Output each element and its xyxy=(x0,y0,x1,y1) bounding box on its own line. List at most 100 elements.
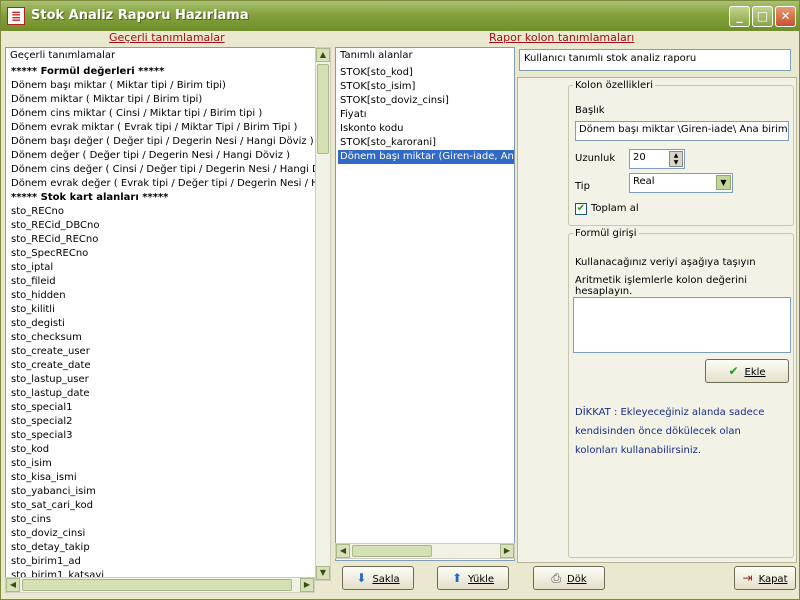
app-window: ≣ Stok Analiz Raporu Hazırlama _ □ ✕ Geç… xyxy=(0,0,800,600)
definition-item[interactable]: sto_hidden xyxy=(11,289,318,303)
definition-item[interactable]: Dönem evrak miktar ( Evrak tipi / Miktar… xyxy=(11,121,318,135)
tip-label: Tip xyxy=(575,181,590,192)
uzunluk-label: Uzunluk xyxy=(575,153,616,164)
definition-item[interactable]: sto_create_user xyxy=(11,345,318,359)
scroll-left-arrow-icon[interactable]: ◀ xyxy=(6,578,20,592)
definition-item[interactable]: sto_kilitli xyxy=(11,303,318,317)
maximize-button[interactable]: □ xyxy=(752,6,773,27)
save-button[interactable]: ⬇ Sakla xyxy=(342,566,414,590)
definition-item[interactable]: sto_SpecRECno xyxy=(11,247,318,261)
definition-item[interactable]: sto_RECid_RECno xyxy=(11,233,318,247)
formula-input[interactable] xyxy=(573,297,791,353)
load-icon: ⬆ xyxy=(451,571,463,585)
definition-item[interactable]: Dönem cins miktar ( Cinsi / Miktar tipi … xyxy=(11,107,318,121)
title-bar[interactable]: ≣ Stok Analiz Raporu Hazırlama _ □ ✕ xyxy=(1,1,799,31)
defined-field-item[interactable]: STOK[sto_karorani] xyxy=(338,136,514,150)
definition-item[interactable]: Dönem başı miktar ( Miktar tipi / Birim … xyxy=(11,79,318,93)
definition-item[interactable]: ***** Stok kart alanları ***** xyxy=(11,191,318,205)
definition-item[interactable]: sto_create_date xyxy=(11,359,318,373)
scroll-right-arrow-icon[interactable]: ▶ xyxy=(500,544,514,558)
definition-item[interactable]: sto_lastup_user xyxy=(11,373,318,387)
scroll-down-arrow-icon[interactable]: ▼ xyxy=(316,566,330,580)
definitions-items: ***** Formül değerleri ***** Dönem başı m… xyxy=(11,65,318,580)
definition-item[interactable]: Dönem değer ( Değer tipi / Degerin Nesi … xyxy=(11,149,318,163)
uzunluk-value: 20 xyxy=(633,152,646,163)
definition-item[interactable]: sto_iptal xyxy=(11,261,318,275)
right-section-title: Rapor kolon tanımlamaları xyxy=(489,31,635,44)
chevron-down-icon[interactable]: ▼ xyxy=(716,175,731,190)
definitions-list-header: Geçerli tanımlamalar xyxy=(10,50,116,61)
scroll-left-arrow-icon[interactable]: ◀ xyxy=(336,544,350,558)
definition-item[interactable]: sto_kod xyxy=(11,443,318,457)
baslik-input[interactable]: Dönem başı miktar \Giren-iade\ Ana birim xyxy=(575,121,789,141)
save-button-label: Sakla xyxy=(372,574,400,585)
definition-item[interactable]: sto_fileid xyxy=(11,275,318,289)
definition-item[interactable]: sto_degisti xyxy=(11,317,318,331)
dump-button[interactable]: ⎙ Dök xyxy=(533,566,605,590)
scroll-thumb[interactable] xyxy=(352,545,432,557)
defined-fields-horizontal-scrollbar[interactable]: ◀ ▶ xyxy=(335,543,515,559)
window-title: Stok Analiz Raporu Hazırlama xyxy=(31,8,249,23)
defined-field-item[interactable]: Iskonto kodu xyxy=(338,122,514,136)
definition-item[interactable]: sto_special2 xyxy=(11,415,318,429)
close-window-button[interactable]: ✕ xyxy=(775,6,796,27)
exit-icon: ⇥ xyxy=(742,571,753,585)
checkmark-icon: ✔ xyxy=(728,364,739,378)
minimize-button[interactable]: _ xyxy=(729,6,750,27)
report-name-input[interactable]: Kullanıcı tanımlı stok analiz raporu xyxy=(519,49,791,71)
formula-group: Formül girişi Kullanacağınız veriyi aşağ… xyxy=(568,228,794,558)
definition-item[interactable]: sto_birim1_ad xyxy=(11,555,318,569)
definition-item[interactable]: ***** Formül değerleri ***** xyxy=(11,65,318,79)
definitions-horizontal-scrollbar[interactable]: ◀ ▶ xyxy=(5,577,315,593)
uzunluk-spinner[interactable]: 20 ▲ ▼ xyxy=(629,149,685,169)
close-button[interactable]: ⇥ Kapat xyxy=(734,566,796,590)
definition-item[interactable]: sto_special1 xyxy=(11,401,318,415)
toplam-label: Toplam al xyxy=(591,203,639,214)
dump-button-label: Dök xyxy=(567,574,587,585)
definition-item[interactable]: sto_lastup_date xyxy=(11,387,318,401)
add-button[interactable]: ✔ Ekle xyxy=(705,359,789,383)
defined-fields-list[interactable]: Tanımlı alanlar STOK[sto_kod] STOK[sto_is… xyxy=(335,47,515,561)
save-icon: ⬇ xyxy=(356,571,367,585)
spin-arrows-icon[interactable]: ▲ ▼ xyxy=(669,151,683,167)
warning-line-1: DİKKAT : Ekleyeceğiniz alanda sadece xyxy=(575,407,765,418)
defined-field-item[interactable]: Dönem başı miktar (Giren-iade, Ana birim… xyxy=(338,150,514,164)
scroll-thumb[interactable] xyxy=(317,64,329,154)
toplam-checkbox[interactable]: ✔ xyxy=(575,203,587,215)
warning-line-2: kendisinden önce dökülecek olan xyxy=(575,426,741,437)
definition-item[interactable]: sto_detay_takip xyxy=(11,541,318,555)
definition-item[interactable]: Dönem başı değer ( Değer tipi / Degerin … xyxy=(11,135,318,149)
tip-value: Real xyxy=(633,176,655,187)
load-button-label: Yükle xyxy=(468,574,495,585)
load-button[interactable]: ⬆ Yükle xyxy=(437,566,509,590)
definition-item[interactable]: sto_cins xyxy=(11,513,318,527)
definition-item[interactable]: sto_sat_cari_kod xyxy=(11,499,318,513)
definition-item[interactable]: Dönem miktar ( Miktar tipi / Birim tipi) xyxy=(11,93,318,107)
definition-item[interactable]: sto_doviz_cinsi xyxy=(11,527,318,541)
close-button-label: Kapat xyxy=(758,574,788,585)
defined-field-item[interactable]: STOK[sto_isim] xyxy=(338,80,514,94)
definition-item[interactable]: sto_RECid_DBCno xyxy=(11,219,318,233)
definition-item[interactable]: Dönem cins değer ( Cinsi / Değer tipi / … xyxy=(11,163,318,177)
definition-item[interactable]: sto_yabanci_isim xyxy=(11,485,318,499)
definition-item[interactable]: sto_RECno xyxy=(11,205,318,219)
scroll-up-arrow-icon[interactable]: ▲ xyxy=(316,48,330,62)
definition-item[interactable]: sto_kisa_ismi xyxy=(11,471,318,485)
defined-field-item[interactable]: STOK[sto_kod] xyxy=(338,66,514,80)
left-section-title: Geçerli tanımlamalar xyxy=(109,31,225,44)
definition-item[interactable]: sto_special3 xyxy=(11,429,318,443)
formula-instruction-1: Kullanacağınız veriyi aşağıya taşıyın xyxy=(575,257,756,268)
definitions-vertical-scrollbar[interactable]: ▲ ▼ xyxy=(315,47,331,581)
defined-field-item[interactable]: STOK[sto_doviz_cinsi] xyxy=(338,94,514,108)
definition-item[interactable]: sto_checksum xyxy=(11,331,318,345)
column-properties-group: Kolon özellikleri Başlık Dönem başı mikt… xyxy=(568,80,794,226)
defined-fields-items: STOK[sto_kod] STOK[sto_isim] STOK[sto_dovi… xyxy=(338,66,514,164)
definition-item[interactable]: Dönem evrak değer ( Evrak tipi / Değer t… xyxy=(11,177,318,191)
scroll-thumb[interactable] xyxy=(22,579,292,591)
defined-field-item[interactable]: Fiyatı xyxy=(338,108,514,122)
formula-instruction-2: Aritmetik işlemlerle kolon değerini hesa… xyxy=(575,275,747,297)
definitions-list[interactable]: Geçerli tanımlamalar ***** Formül değerl… xyxy=(5,47,319,581)
scroll-right-arrow-icon[interactable]: ▶ xyxy=(300,578,314,592)
definition-item[interactable]: sto_isim xyxy=(11,457,318,471)
tip-select[interactable]: Real ▼ xyxy=(629,173,733,193)
